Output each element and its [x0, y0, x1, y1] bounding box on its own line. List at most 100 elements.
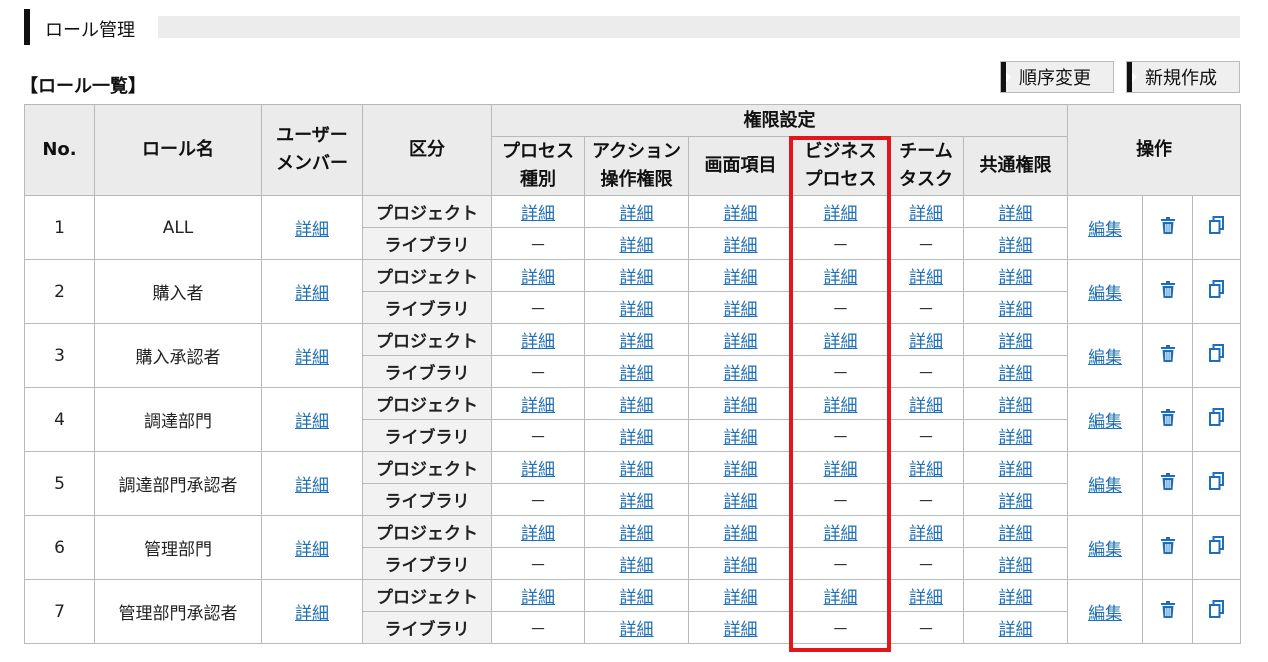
detail-link[interactable]: 詳細: [620, 236, 654, 256]
detail-link[interactable]: 詳細: [620, 588, 654, 608]
trash-icon[interactable]: [1160, 472, 1175, 495]
detail-link[interactable]: 詳細: [999, 588, 1033, 608]
detail-link[interactable]: 詳細: [521, 460, 555, 480]
detail-link[interactable]: 詳細: [295, 220, 329, 240]
detail-link[interactable]: 詳細: [824, 204, 858, 224]
detail-link[interactable]: 詳細: [724, 428, 758, 448]
detail-link[interactable]: 詳細: [521, 524, 555, 544]
copy-icon[interactable]: [1209, 216, 1225, 239]
detail-link[interactable]: 詳細: [724, 460, 758, 480]
detail-link[interactable]: 詳細: [620, 428, 654, 448]
detail-link[interactable]: 詳細: [999, 268, 1033, 288]
edit-link[interactable]: 編集: [1088, 220, 1122, 240]
trash-icon[interactable]: [1160, 216, 1175, 239]
row-no: 2: [24, 259, 95, 324]
detail-link[interactable]: 詳細: [724, 556, 758, 576]
detail-link[interactable]: 詳細: [999, 556, 1033, 576]
detail-link[interactable]: 詳細: [999, 524, 1033, 544]
detail-link[interactable]: 詳細: [999, 236, 1033, 256]
detail-link[interactable]: 詳細: [999, 300, 1033, 320]
detail-link[interactable]: 詳細: [824, 460, 858, 480]
detail-link[interactable]: 詳細: [620, 364, 654, 384]
detail-link[interactable]: 詳細: [521, 268, 555, 288]
detail-link[interactable]: 詳細: [724, 236, 758, 256]
edit-link[interactable]: 編集: [1088, 476, 1122, 496]
detail-link[interactable]: 詳細: [724, 300, 758, 320]
detail-link[interactable]: 詳細: [724, 492, 758, 512]
detail-link[interactable]: 詳細: [724, 204, 758, 224]
detail-link[interactable]: 詳細: [295, 540, 329, 560]
detail-link[interactable]: 詳細: [521, 204, 555, 224]
detail-link[interactable]: 詳細: [295, 604, 329, 624]
detail-link[interactable]: 詳細: [620, 396, 654, 416]
detail-link[interactable]: 詳細: [295, 412, 329, 432]
detail-link[interactable]: 詳細: [620, 268, 654, 288]
detail-link[interactable]: 詳細: [909, 268, 943, 288]
trash-icon[interactable]: [1160, 408, 1175, 431]
detail-link[interactable]: 詳細: [724, 332, 758, 352]
detail-link[interactable]: 詳細: [620, 620, 654, 640]
detail-link[interactable]: 詳細: [620, 460, 654, 480]
trash-icon[interactable]: [1160, 344, 1175, 367]
detail-link[interactable]: 詳細: [999, 396, 1033, 416]
edit-link[interactable]: 編集: [1088, 540, 1122, 560]
detail-link[interactable]: 詳細: [999, 204, 1033, 224]
copy-icon[interactable]: [1209, 536, 1225, 559]
detail-link[interactable]: 詳細: [999, 492, 1033, 512]
detail-link[interactable]: 詳細: [521, 332, 555, 352]
role-table: No. ロール名 ユーザー メンバー 区分 権限設定 操作 プロセス 種別 アク…: [24, 104, 1242, 644]
detail-link[interactable]: 詳細: [724, 268, 758, 288]
detail-link[interactable]: 詳細: [999, 460, 1033, 480]
detail-link[interactable]: 詳細: [999, 620, 1033, 640]
trash-icon[interactable]: [1160, 280, 1175, 303]
action-permission-cell: 詳細: [584, 291, 689, 324]
detail-link[interactable]: 詳細: [909, 460, 943, 480]
edit-link[interactable]: 編集: [1088, 604, 1122, 624]
detail-link[interactable]: 詳細: [824, 332, 858, 352]
detail-link[interactable]: 詳細: [620, 556, 654, 576]
detail-link[interactable]: 詳細: [824, 524, 858, 544]
detail-link[interactable]: 詳細: [909, 396, 943, 416]
detail-link[interactable]: 詳細: [824, 588, 858, 608]
delete-cell: [1142, 515, 1194, 580]
copy-icon[interactable]: [1209, 600, 1225, 623]
detail-link[interactable]: 詳細: [620, 300, 654, 320]
detail-link[interactable]: 詳細: [824, 396, 858, 416]
detail-link[interactable]: 詳細: [724, 588, 758, 608]
detail-link[interactable]: 詳細: [724, 524, 758, 544]
detail-link[interactable]: 詳細: [824, 268, 858, 288]
detail-link[interactable]: 詳細: [295, 284, 329, 304]
detail-link[interactable]: 詳細: [521, 396, 555, 416]
order-change-button[interactable]: 順序変更: [1000, 61, 1114, 93]
detail-link[interactable]: 詳細: [724, 364, 758, 384]
detail-link[interactable]: 詳細: [909, 332, 943, 352]
copy-icon[interactable]: [1209, 280, 1225, 303]
detail-link[interactable]: 詳細: [620, 492, 654, 512]
edit-link[interactable]: 編集: [1088, 284, 1122, 304]
detail-link[interactable]: 詳細: [620, 332, 654, 352]
detail-link[interactable]: 詳細: [999, 332, 1033, 352]
header-line: プロセス: [502, 141, 574, 162]
copy-icon[interactable]: [1209, 472, 1225, 495]
copy-icon[interactable]: [1209, 344, 1225, 367]
detail-link[interactable]: 詳細: [724, 396, 758, 416]
edit-link[interactable]: 編集: [1088, 348, 1122, 368]
detail-link[interactable]: 詳細: [620, 524, 654, 544]
trash-icon[interactable]: [1160, 600, 1175, 623]
header-process-type: プロセス 種別: [491, 136, 585, 196]
detail-link[interactable]: 詳細: [295, 348, 329, 368]
team-task-cell: 詳細: [888, 195, 964, 228]
detail-link[interactable]: 詳細: [724, 620, 758, 640]
trash-icon[interactable]: [1160, 536, 1175, 559]
copy-icon[interactable]: [1209, 408, 1225, 431]
create-new-button[interactable]: 新規作成: [1126, 61, 1240, 93]
detail-link[interactable]: 詳細: [909, 524, 943, 544]
detail-link[interactable]: 詳細: [620, 204, 654, 224]
detail-link[interactable]: 詳細: [521, 588, 555, 608]
edit-link[interactable]: 編集: [1088, 412, 1122, 432]
detail-link[interactable]: 詳細: [909, 588, 943, 608]
detail-link[interactable]: 詳細: [295, 476, 329, 496]
detail-link[interactable]: 詳細: [909, 204, 943, 224]
detail-link[interactable]: 詳細: [999, 364, 1033, 384]
detail-link[interactable]: 詳細: [999, 428, 1033, 448]
